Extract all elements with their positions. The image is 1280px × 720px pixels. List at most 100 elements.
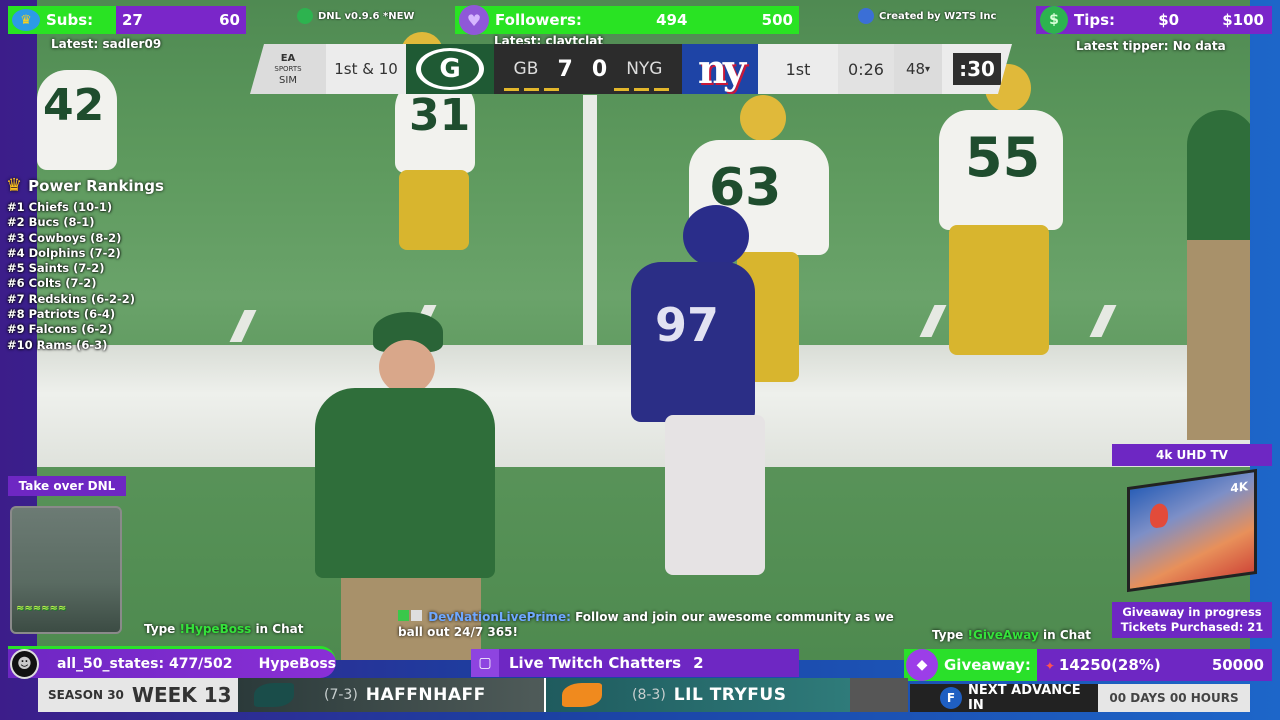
down-distance: 1st & 10 [326, 44, 406, 94]
takeover-label: Take over DNL [8, 476, 126, 496]
subs-latest: Latest: sadler09 [51, 37, 162, 51]
timeout-indicator [614, 88, 629, 91]
player-number: 42 [43, 80, 105, 131]
home-abbr: GB [513, 59, 539, 79]
player-number: 55 [965, 126, 1041, 189]
w2ts-icon [858, 8, 874, 24]
badge-icon [398, 610, 409, 621]
followers-label: Followers: [495, 11, 582, 29]
tv-badge: 4K [1230, 479, 1248, 496]
yard-line [583, 95, 597, 345]
hash-mark [919, 305, 947, 337]
dnl-logo-icon: ≈≈≈≈≈≈ [16, 603, 67, 614]
franchise-icon: F [940, 687, 962, 709]
ea-sports-logo: EA SPORTS SIM [250, 44, 326, 94]
home-score: 7 [557, 56, 573, 82]
subs-label: Subs: [46, 11, 94, 29]
hype-progress: all_50_states: 477/502 [56, 655, 233, 672]
tips-bar: $ Tips: $0 $100 [1036, 6, 1272, 34]
ticker-team: (8-3) LIL TRYFUS [544, 678, 850, 712]
score-panel: GB 7 0 NYG [494, 44, 682, 94]
tips-latest: Latest tipper: No data [1076, 39, 1226, 53]
avatar: ☻ [10, 648, 39, 679]
version-note: DNL v0.9.6 *NEW [297, 8, 414, 24]
home-team-logo: G [406, 44, 494, 94]
player-helmet [740, 95, 786, 141]
twitch-chatters-bar: ▢ Live Twitch Chatters 2 [471, 649, 799, 677]
player-pants [665, 415, 765, 575]
ranking-item: #1 Chiefs (10-1) [7, 200, 113, 214]
quarter: 1st [758, 44, 838, 94]
chat-message: DevNationLivePrime: Follow and join our … [398, 610, 898, 640]
giveaway-tickets: 14250(28%) [1058, 656, 1161, 674]
play-clock: :30 [942, 44, 1012, 94]
coach-head [379, 340, 435, 394]
ranking-item: #8 Patriots (6-4) [7, 307, 116, 322]
power-rankings-title: ♛ Power Rankings [6, 175, 164, 196]
crown-icon: ♛ [12, 9, 40, 31]
tips-label: Tips: [1074, 11, 1116, 29]
distance: 48 ▾ [894, 44, 942, 94]
sideline-person-pants [1187, 240, 1250, 440]
game-field: 42 31 63 55 97 [37, 0, 1250, 660]
hash-mark [1089, 305, 1117, 337]
season-week: SEASON 30 WEEK 13 [38, 678, 238, 712]
crown-icon: ♛ [6, 175, 23, 196]
twitch-icon: ▢ [471, 649, 499, 677]
ticket-icon: ✦ [1044, 659, 1055, 673]
gem-icon: ◆ [906, 649, 938, 681]
away-team-logo: ny [682, 44, 758, 94]
advance-countdown: 00 DAYS 00 HOURS [1098, 684, 1250, 712]
dolphins-logo-icon [562, 683, 602, 707]
timeout-indicator [524, 88, 539, 91]
hypeboss-prompt: Type !HypeBoss in Chat [144, 622, 304, 636]
eagles-logo-icon [254, 683, 294, 707]
badge-icon [411, 610, 422, 621]
player-number: 31 [409, 90, 471, 141]
giveaway-label: Giveaway: [944, 656, 1031, 674]
ranking-item: #4 Dolphins (7-2) [7, 245, 121, 260]
heart-icon: ♥ [459, 5, 489, 35]
player-helmet [683, 205, 749, 267]
giveaway-prompt: Type !GiveAway in Chat [932, 628, 1092, 642]
webcam-panel: ≈≈≈≈≈≈ [10, 506, 122, 634]
schedule-ticker: SEASON 30 WEEK 13 (7-3) HAFFNHAFF (8-3) … [38, 678, 908, 712]
balloon-icon [1150, 502, 1168, 529]
ranking-item: #10 Rams (6-3) [7, 337, 108, 352]
arrow-down-icon: ▾ [925, 63, 931, 75]
credit-note: Created by W2TS Inc [858, 8, 996, 24]
followers-goal: 500 [761, 11, 793, 29]
giveaway-bar: ◆ Giveaway: ✦ 14250(28%) 50000 [904, 649, 1272, 681]
dnl-icon [297, 8, 313, 24]
packers-logo-icon: G [421, 51, 479, 87]
prize-label: 4k UHD TV [1112, 444, 1272, 466]
subs-goal: 60 [219, 11, 240, 29]
hype-label: HypeBoss [258, 655, 336, 672]
tips-goal: $100 [1222, 11, 1264, 29]
game-clock: 0:26 [838, 44, 894, 94]
away-abbr: NYG [626, 59, 663, 79]
ranking-item: #6 Colts (7-2) [7, 276, 97, 291]
twitch-label: Live Twitch Chatters [509, 654, 682, 672]
giveaway-goal: 50000 [1211, 656, 1264, 674]
hash-mark [229, 310, 257, 342]
timeout-indicator [634, 88, 649, 91]
giants-logo-icon: ny [697, 45, 746, 93]
player-pants [949, 225, 1049, 355]
ranking-item: #9 Falcons (6-2) [7, 322, 113, 337]
player-number: 97 [655, 298, 720, 352]
away-score: 0 [591, 56, 608, 82]
ranking-item: #7 Redskins (6-2-2) [7, 291, 136, 306]
sideline-person [1187, 110, 1250, 250]
ticker-team: (7-3) HAFFNHAFF [238, 678, 544, 712]
dollar-icon: $ [1040, 6, 1068, 34]
hypeboss-bar: ☻ all_50_states: 477/502 HypeBoss [8, 646, 336, 679]
coach-shirt [315, 388, 495, 578]
followers-count: 494 [656, 11, 688, 29]
timeout-indicator [544, 88, 559, 91]
power-rankings-list: #1 Chiefs (10-1) #2 Bucs (8-1) #3 Cowboy… [7, 200, 135, 353]
ranking-item: #5 Saints (7-2) [7, 261, 105, 276]
tv-prize-image: 4K [1127, 468, 1257, 593]
tips-amount: $0 [1158, 11, 1180, 29]
subs-count: 27 [122, 11, 143, 29]
